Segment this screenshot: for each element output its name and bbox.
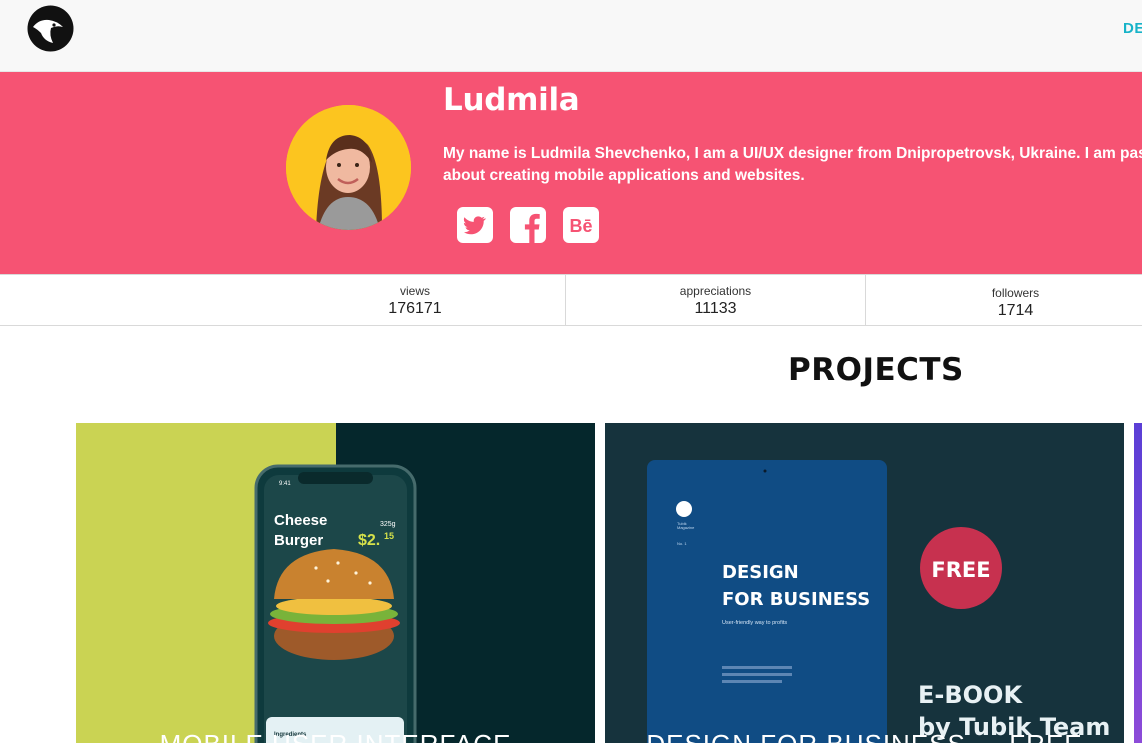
logo-icon[interactable] bbox=[27, 5, 74, 52]
project-card-mobile-ui[interactable]: 9:41 Cheese Burger 325g $2. 15 Ingredien… bbox=[76, 423, 595, 743]
profile-bio: My name is Ludmila Shevchenko, I am a UI… bbox=[443, 145, 1142, 184]
dish-price: $2. bbox=[358, 532, 380, 549]
stat-appreciations: appreciations 11133 bbox=[565, 275, 865, 326]
projects-heading: PROJECTS bbox=[788, 352, 964, 388]
stat-value: 176171 bbox=[388, 300, 442, 317]
stat-followers: followers 1714 bbox=[865, 275, 1142, 326]
stat-label: followers bbox=[991, 286, 1040, 300]
dish-name-line2: Burger bbox=[274, 532, 323, 549]
stat-value: 1714 bbox=[997, 302, 1034, 319]
stat-label: views bbox=[399, 284, 430, 298]
book-brand-line2: Magazine bbox=[677, 525, 695, 530]
project-thumbnail-ebook: Tubik Magazine No. 1 DESIGN FOR BUSINESS… bbox=[605, 423, 1124, 743]
free-badge: FREE bbox=[931, 558, 990, 582]
project-title[interactable]: DESIGN FOR BUSINESS — FREE bbox=[605, 729, 1124, 743]
project-card-partial[interactable] bbox=[1134, 423, 1142, 743]
behance-icon[interactable]: Bē bbox=[563, 207, 599, 243]
profile-stats: views 176171 appreciations 11133 followe… bbox=[0, 274, 1142, 326]
social-links: Bē bbox=[457, 207, 599, 243]
stat-label: appreciations bbox=[679, 284, 752, 298]
profile-name: Ludmila bbox=[443, 82, 580, 118]
project-thumbnail-burger-app: 9:41 Cheese Burger 325g $2. 15 Ingredien… bbox=[76, 423, 595, 743]
ebook-promo-line1: E-BOOK bbox=[918, 681, 1023, 709]
book-issue: No. 1 bbox=[677, 541, 687, 546]
twitter-icon[interactable] bbox=[457, 207, 493, 243]
stat-views: views 176171 bbox=[265, 275, 565, 326]
book-title-line1: DESIGN bbox=[722, 562, 799, 583]
profile-banner: Ludmila My name is Ludmila Shevchenko, I… bbox=[0, 72, 1142, 274]
project-title[interactable]: MOBILE USER INTERFACE bbox=[76, 729, 595, 743]
book-title-line2: FOR BUSINESS bbox=[722, 589, 870, 610]
phone-time: 9:41 bbox=[279, 481, 291, 487]
stat-value: 11133 bbox=[694, 300, 737, 317]
dish-price-cents: 15 bbox=[384, 531, 394, 541]
dish-name-line1: Cheese bbox=[274, 512, 327, 529]
dish-weight: 325g bbox=[380, 521, 396, 528]
book-subtitle: User-friendly way to profits bbox=[722, 620, 787, 626]
site-header: DE bbox=[0, 0, 1142, 72]
project-card-design-for-business[interactable]: Tubik Magazine No. 1 DESIGN FOR BUSINESS… bbox=[605, 423, 1124, 743]
avatar bbox=[286, 105, 411, 230]
facebook-icon[interactable] bbox=[510, 207, 546, 243]
nav-link-design[interactable]: DE bbox=[1123, 20, 1142, 37]
behance-label: Bē bbox=[569, 216, 592, 236]
